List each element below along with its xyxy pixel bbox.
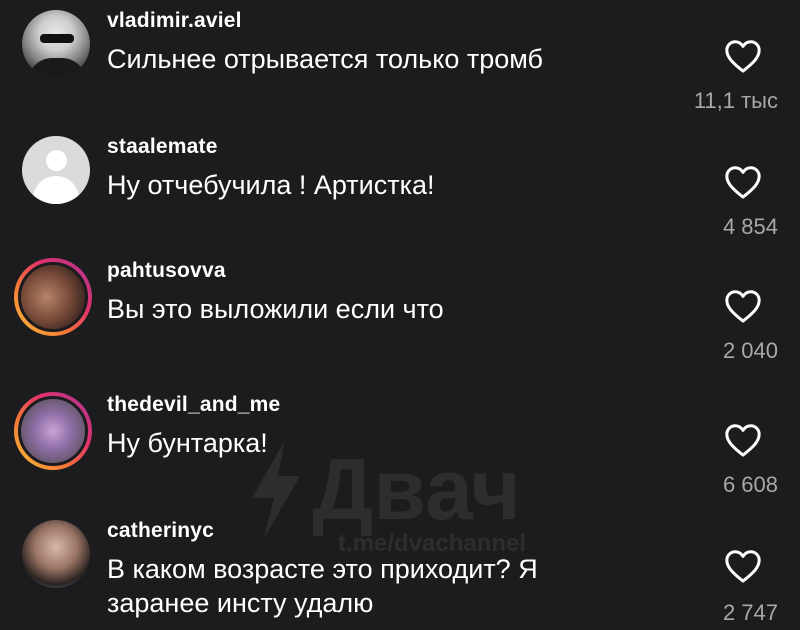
comment-username[interactable]: staalemate (107, 135, 218, 159)
comment-text: В каком возрасте это приходит? Я заранее… (107, 554, 538, 618)
comment-text: Сильнее отрывается только тромб (107, 44, 543, 74)
comment-username[interactable]: pahtusovva (107, 259, 226, 283)
like-count: 6 608 (722, 472, 778, 497)
comment-item: vladimir.aviel Сильнее отрывается только… (0, 4, 800, 113)
comment-username[interactable]: thedevil_and_me (107, 393, 280, 417)
comment-username[interactable]: vladimir.aviel (107, 9, 242, 33)
like-count: 4 854 (722, 214, 778, 239)
comment-item: staalemate Ну отчебучила ! Артистка! 4 8… (0, 130, 800, 239)
avatar-pahtusovva[interactable] (14, 258, 92, 336)
heart-icon[interactable] (724, 288, 762, 324)
like-count: 2 040 (722, 338, 778, 363)
heart-icon[interactable] (724, 422, 762, 458)
avatar-photo (18, 396, 88, 466)
heart-icon[interactable] (724, 548, 762, 584)
comment-text: Вы это выложили если что (107, 294, 444, 324)
heart-icon[interactable] (724, 164, 762, 200)
avatar-photo-detail (40, 34, 74, 43)
comment-text: Ну отчебучила ! Артистка! (107, 170, 435, 200)
avatar-catherinyc[interactable] (22, 520, 90, 588)
avatar-vladimir-aviel[interactable] (22, 10, 90, 78)
avatar-photo-detail (28, 58, 86, 78)
default-avatar-body (33, 176, 79, 204)
default-avatar-head (46, 150, 67, 171)
avatar-staalemate[interactable] (22, 136, 90, 204)
avatar-thedevil-and-me[interactable] (14, 392, 92, 470)
comment-text: Ну бунтарка! (107, 428, 268, 458)
avatar-photo (18, 262, 88, 332)
heart-icon[interactable] (724, 38, 762, 74)
comment-username[interactable]: catherinyc (107, 519, 214, 543)
comments-list: vladimir.aviel Сильнее отрывается только… (0, 0, 800, 630)
like-count: 11,1 тыс (693, 88, 778, 113)
like-count: 2 747 (722, 600, 778, 625)
